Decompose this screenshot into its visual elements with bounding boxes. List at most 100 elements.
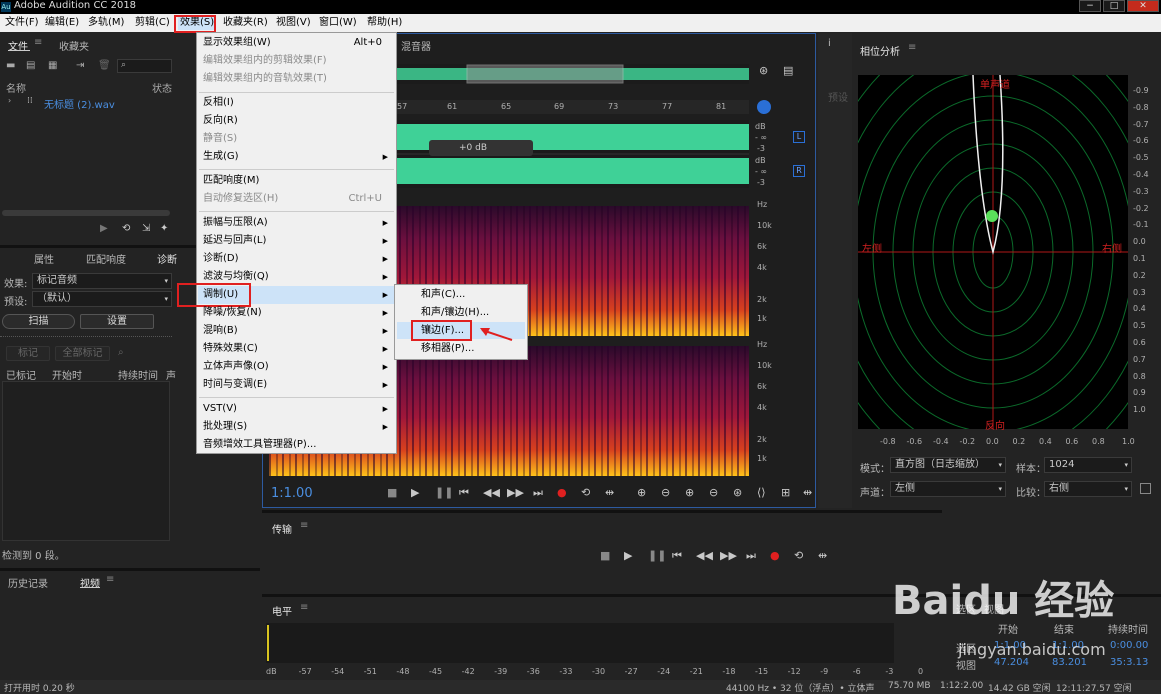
menu-item-invert[interactable]: 反相(I) xyxy=(203,95,234,111)
effect-dropdown[interactable]: 标记音频 ▾ xyxy=(32,273,172,289)
col-status[interactable]: 状态 xyxy=(152,80,172,95)
channel-l-toggle[interactable]: L xyxy=(793,131,805,143)
menu-item-amplitude[interactable]: 振幅与压限(A) xyxy=(203,215,268,231)
menu-item-special[interactable]: 特殊效果(C) xyxy=(203,341,258,357)
horizontal-scrollbar[interactable] xyxy=(2,210,170,216)
menu-item-stereo-imagery[interactable]: 立体声声像(O) xyxy=(203,359,269,375)
skip-selection-icon[interactable]: ⇹ xyxy=(818,549,827,562)
menu-item-match-loudness[interactable]: 匹配响度(M) xyxy=(203,173,259,189)
tab-properties[interactable]: 属性 xyxy=(34,251,54,266)
more-icon[interactable]: ⇹ xyxy=(803,486,812,499)
menu-edit[interactable]: 编辑(E) xyxy=(45,16,79,30)
time-ruler[interactable]: 57 61 65 69 73 77 81 xyxy=(397,100,749,114)
col-duration[interactable]: 持续时间 xyxy=(118,367,158,382)
panel-menu-icon[interactable]: ≡ xyxy=(106,574,114,585)
zoom-in-amplitude-icon[interactable]: ⊕ xyxy=(637,486,646,499)
skip-start-icon[interactable]: ⏮ xyxy=(672,549,682,563)
stop-icon[interactable]: ■ xyxy=(387,486,397,499)
gain-hud[interactable]: +0 dB xyxy=(429,140,533,156)
autoplay-icon[interactable]: ⇲ xyxy=(142,223,150,234)
import-icon[interactable]: ▤ xyxy=(26,60,35,71)
zoom-out-time-icon[interactable]: ⊖ xyxy=(709,486,718,499)
loop-icon[interactable]: ⟲ xyxy=(581,486,590,499)
skip-end-icon[interactable]: ⏭ xyxy=(533,486,543,500)
maximize-button[interactable]: □ xyxy=(1103,0,1125,12)
fast-forward-icon[interactable]: ▶▶ xyxy=(720,549,737,562)
overview-waveform[interactable] xyxy=(397,64,749,84)
record-icon[interactable]: ● xyxy=(770,549,780,562)
zoom-selection-icon[interactable]: ⟨⟩ xyxy=(757,486,766,499)
menu-item-generate[interactable]: 生成(G) xyxy=(203,149,239,165)
stop-icon[interactable]: ■ xyxy=(600,549,610,562)
submenu-item-phaser[interactable]: 移相器(P)... xyxy=(421,341,474,357)
menu-item-diagnostics[interactable]: 诊断(D) xyxy=(203,251,239,267)
col-channel[interactable]: 声 xyxy=(166,367,176,382)
submenu-item-chorus[interactable]: 和声(C)... xyxy=(421,287,465,303)
minimize-button[interactable]: − xyxy=(1079,0,1101,12)
file-item[interactable]: 无标题 (2).wav xyxy=(44,96,115,111)
play-icon[interactable]: ▶ xyxy=(624,549,632,562)
fast-forward-icon[interactable]: ▶▶ xyxy=(507,486,524,499)
settings-button[interactable]: 设置 xyxy=(80,314,154,329)
list-icon[interactable]: ▤ xyxy=(783,64,793,77)
zoom-out-full-icon[interactable]: ⊞ xyxy=(781,486,790,499)
play-icon[interactable]: ▶ xyxy=(411,486,419,499)
col-start[interactable]: 开始时 xyxy=(52,367,82,382)
menu-favorites[interactable]: 收藏夹(R) xyxy=(223,16,268,30)
snap-icon[interactable] xyxy=(757,100,771,114)
menu-multitrack[interactable]: 多轨(M) xyxy=(88,16,124,30)
channel-r-toggle[interactable]: R xyxy=(793,165,805,177)
new-file-icon[interactable]: ▦ xyxy=(48,60,57,71)
panel-menu-icon[interactable]: ≡ xyxy=(34,37,42,48)
compare-dropdown[interactable]: 右侧 ▾ xyxy=(1044,481,1132,497)
open-file-icon[interactable]: ▬ xyxy=(6,60,15,71)
play-icon[interactable]: ▶ xyxy=(100,223,108,234)
record-icon[interactable]: ● xyxy=(557,486,567,499)
expand-icon[interactable]: › xyxy=(8,96,11,105)
menu-item-vst[interactable]: VST(V) xyxy=(203,401,237,417)
rewind-icon[interactable]: ◀◀ xyxy=(483,486,500,499)
loop-icon[interactable]: ⟲ xyxy=(794,549,803,562)
pause-icon[interactable]: ❚❚ xyxy=(435,486,453,499)
menu-window[interactable]: 窗口(W) xyxy=(319,16,357,30)
scan-button[interactable]: 扫描 xyxy=(2,314,75,329)
zoom-out-amplitude-icon[interactable]: ⊖ xyxy=(661,486,670,499)
mark-button[interactable]: 标记 xyxy=(6,346,50,361)
panel-menu-icon[interactable]: ≡ xyxy=(908,42,916,53)
option-checkbox[interactable] xyxy=(1140,483,1151,494)
panel-menu-icon[interactable]: ≡ xyxy=(300,520,308,531)
zoom-navigator-icon[interactable]: ⊛ xyxy=(759,64,768,77)
pause-icon[interactable]: ❚❚ xyxy=(648,549,666,562)
zoom-icon[interactable]: ⌕ xyxy=(118,347,124,358)
close-button[interactable]: ✕ xyxy=(1127,0,1159,12)
col-marked[interactable]: 已标记 xyxy=(6,367,36,382)
selection-duration[interactable]: 0:00.00 xyxy=(1110,640,1148,651)
current-time[interactable]: 1:1.00 xyxy=(271,486,313,501)
menu-item-reverb[interactable]: 混响(B) xyxy=(203,323,238,339)
info-icon[interactable]: i xyxy=(828,38,831,49)
skip-start-icon[interactable]: ⏮ xyxy=(459,486,469,500)
skip-selection-icon[interactable]: ⇹ xyxy=(605,486,614,499)
menu-item-plugin-manager[interactable]: 音频增效工具管理器(P)... xyxy=(203,437,316,453)
preset-dropdown[interactable]: （默认） ▾ xyxy=(32,291,172,307)
menu-item-reverse[interactable]: 反向(R) xyxy=(203,113,238,129)
menu-item-batch[interactable]: 批处理(S) xyxy=(203,419,247,435)
menu-view[interactable]: 视图(V) xyxy=(276,16,311,30)
menu-item-delay[interactable]: 延迟与回声(L) xyxy=(203,233,266,249)
menu-item-show-rack[interactable]: 显示效果组(W) xyxy=(203,35,271,51)
effects-icon[interactable]: ✦ xyxy=(160,223,168,234)
skip-end-icon[interactable]: ⏭ xyxy=(746,549,756,563)
menu-help[interactable]: 帮助(H) xyxy=(367,16,402,30)
delete-icon[interactable]: 🗑 xyxy=(98,60,111,71)
tab-mixer[interactable]: 混音器 xyxy=(401,38,431,53)
loop-icon[interactable]: ⟲ xyxy=(122,223,130,234)
rewind-icon[interactable]: ◀◀ xyxy=(696,549,713,562)
insert-icon[interactable]: ⇥ xyxy=(76,60,84,71)
menu-file[interactable]: 文件(F) xyxy=(5,16,39,30)
tab-history[interactable]: 历史记录 xyxy=(8,575,48,590)
mark-all-button[interactable]: 全部标记 xyxy=(55,346,110,361)
zoom-full-icon[interactable]: ⊛ xyxy=(733,486,742,499)
tab-match-loudness[interactable]: 匹配响度 xyxy=(86,251,126,266)
menu-item-noise-reduction[interactable]: 降噪/恢复(N) xyxy=(203,305,262,321)
splitter[interactable] xyxy=(0,336,172,340)
